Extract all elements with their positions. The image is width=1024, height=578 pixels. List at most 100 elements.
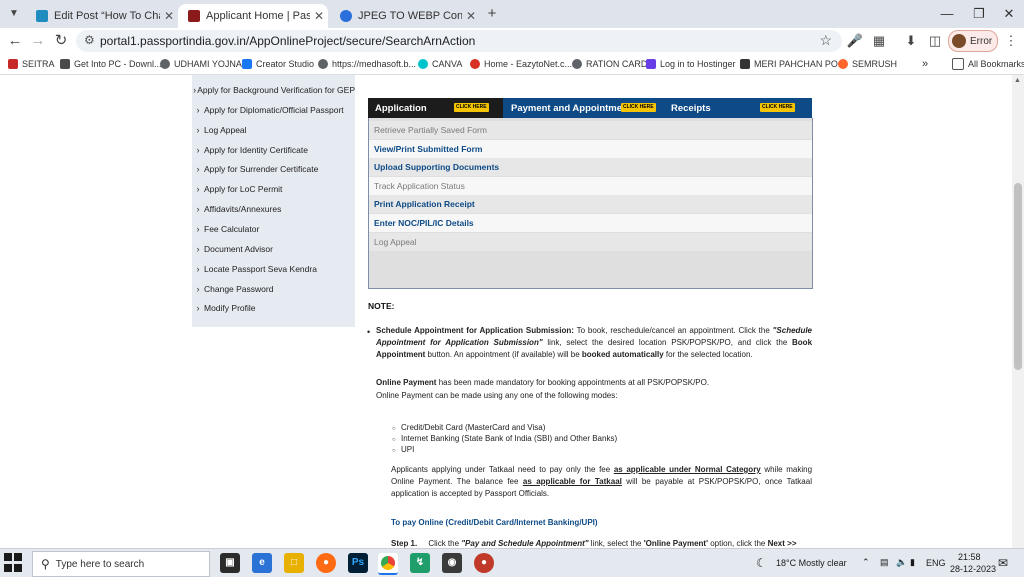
sidebar-item[interactable]: › Affidavits/Annexures [192,201,355,217]
browser-tab-passport-seva[interactable]: Applicant Home | Passport Seva ✕ [178,4,328,28]
close-icon[interactable]: ✕ [462,9,480,23]
sidebar-item-label: Apply for Background Verification for GE… [197,85,355,95]
canva-icon [418,59,428,69]
tab-receipts[interactable]: Receipts CLICK HERE [663,98,812,118]
sidebar-item[interactable]: › Apply for LoC Permit [192,181,355,197]
bookmark-item[interactable]: MERI PAHCHAN PO... [740,57,845,71]
sidebar-item[interactable]: › Fee Calculator [192,221,355,237]
battery-icon[interactable]: ▮ [910,557,915,568]
app-icon[interactable]: ◉ [442,553,462,573]
bookmark-item[interactable]: RATION CARD [572,57,647,71]
list-item: ○ Internet Banking (State Bank of India (… [392,434,617,445]
notifications-icon[interactable]: ✉ [998,556,1008,570]
passport-emblem-icon [188,10,200,22]
bookmark-item[interactable]: SEMRUSH [838,57,897,71]
bookmark-item[interactable]: Creator Studio [242,57,314,71]
menu-item-label: Enter NOC/PIL/IC Details [374,218,474,228]
bookmark-item[interactable]: Log in to Hostinger [646,57,736,71]
browser-toolbar: ← → ↻ ⚙ portal1.passportindia.gov.in/App… [0,28,1024,54]
chrome-icon[interactable] [378,553,398,575]
taskbar-search[interactable]: ⚲ Type here to search [32,551,210,577]
click-here-badge[interactable]: CLICK HERE [621,103,656,112]
restore-icon[interactable]: ❐ [964,4,994,24]
reload-icon[interactable]: ↻ [51,31,71,51]
sidebar-item-label: Log Appeal [204,124,247,135]
tab-search-chevron-icon[interactable]: ▼ [4,4,24,24]
microphone-icon[interactable]: 🎤 [846,32,864,50]
bookmark-label: Get Into PC - Downl... [74,59,162,69]
note-heading: NOTE: [368,301,395,311]
back-arrow-icon[interactable]: ← [5,31,25,51]
bookmark-label: RATION CARD [586,59,648,69]
tab-payment-appointment[interactable]: Payment and Appointment CLICK HERE [503,98,663,118]
bookmark-item[interactable]: Get Into PC - Downl... [60,57,162,71]
menu-kebab-icon[interactable]: ⋮ [1002,32,1020,50]
app-icon[interactable]: ● [474,553,494,573]
file-explorer-icon[interactable]: □ [284,553,304,573]
close-icon[interactable]: ✕ [310,9,328,23]
tab-application[interactable]: Application CLICK HERE [368,98,503,118]
url-text[interactable]: portal1.passportindia.gov.in/AppOnlinePr… [100,34,475,48]
bookmark-item[interactable]: https://medhasoft.b... [318,57,416,71]
windows-start-icon[interactable] [4,553,24,573]
tab-label: Application [375,102,427,114]
chevron-right-icon: › [196,204,200,215]
bookmark-label: CANVA [432,59,463,69]
language-indicator[interactable]: ENG [926,558,946,568]
bookmark-item[interactable]: UDHAMI YOJNA [160,57,242,71]
clock-time[interactable]: 21:58 [958,552,981,562]
sidebar-item[interactable]: › Modify Profile [192,300,355,316]
bookmark-star-icon[interactable]: ☆ [819,32,832,49]
task-view-icon[interactable]: ▣ [220,553,240,573]
close-window-icon[interactable]: ✕ [994,4,1024,24]
online-payment-note: Online Payment has been made mandatory f… [376,377,812,389]
menu-item[interactable]: Upload Supporting Documents [369,158,812,177]
download-icon[interactable]: ⬇ [902,32,920,50]
edge-icon[interactable]: e [252,553,272,573]
sidebar-item[interactable]: › Change Password [192,281,355,297]
page-scrollbar[interactable]: ▲ [1012,75,1024,548]
sidebar-item-label: Apply for Surrender Certificate [204,164,319,175]
network-icon[interactable]: ▤ [880,557,889,568]
close-icon[interactable]: ✕ [160,9,178,23]
menu-item[interactable]: Enter NOC/PIL/IC Details [369,214,812,232]
app-icon[interactable]: ↯ [410,553,430,573]
browser-tab-edit-post[interactable]: Edit Post “How To Change Tatka ✕ [26,4,178,28]
address-bar[interactable]: ⚙ portal1.passportindia.gov.in/AppOnline… [76,30,842,52]
photoshop-icon[interactable]: Ps [348,553,368,573]
speaker-icon[interactable]: 🔈 [896,557,907,568]
sidebar-item[interactable]: › Locate Passport Seva Kendra [192,261,355,277]
forward-arrow-icon[interactable]: → [28,31,48,51]
side-panel-icon[interactable]: ◫ [926,32,944,50]
firefox-icon[interactable]: ● [316,553,336,573]
bookmarks-overflow-button[interactable]: » [922,57,928,71]
browser-tab-jpeg-webp[interactable]: JPEG TO WEBP Convertor Tool | ✕ [330,4,480,28]
scrollbar-thumb[interactable] [1014,183,1022,370]
click-here-badge[interactable]: CLICK HERE [760,103,795,112]
all-bookmarks-button[interactable]: All Bookmarks [952,57,1024,71]
extensions-icon[interactable]: ▦ [870,32,888,50]
menu-item[interactable]: Print Application Receipt [369,195,812,214]
menu-item[interactable]: View/Print Submitted Form [369,139,812,158]
sidebar-item[interactable]: › Apply for Background Verification for G… [192,82,355,98]
weather-icon[interactable]: ☾ [756,556,767,570]
bookmark-item[interactable]: SEITRA [8,57,55,71]
profile-button[interactable]: Error [948,30,998,52]
site-info-icon[interactable]: ⚙ [84,33,95,47]
chevron-right-icon: › [196,243,200,254]
sidebar-item[interactable]: › Document Advisor [192,241,355,257]
bookmark-item[interactable]: Home - EazytoNet.c... [470,57,572,71]
bookmark-item[interactable]: CANVA [418,57,462,71]
sidebar-item[interactable]: › Apply for Surrender Certificate [192,161,355,177]
sidebar-item[interactable]: › Apply for Diplomatic/Official Passport [192,102,355,118]
click-here-badge[interactable]: CLICK HERE [454,103,489,112]
chevron-up-icon[interactable]: ⌃ [862,557,870,568]
minimize-icon[interactable]: — [932,4,962,24]
sidebar-item[interactable]: › Log Appeal [192,122,355,138]
booked-auto-text: booked automatically [581,350,664,359]
scroll-up-icon[interactable]: ▲ [1014,77,1021,84]
clock-date[interactable]: 28-12-2023 [950,564,996,574]
weather-text[interactable]: 18°C Mostly clear [776,558,847,568]
plus-icon[interactable]: + [482,4,502,24]
sidebar-item[interactable]: › Apply for Identity Certificate [192,142,355,158]
